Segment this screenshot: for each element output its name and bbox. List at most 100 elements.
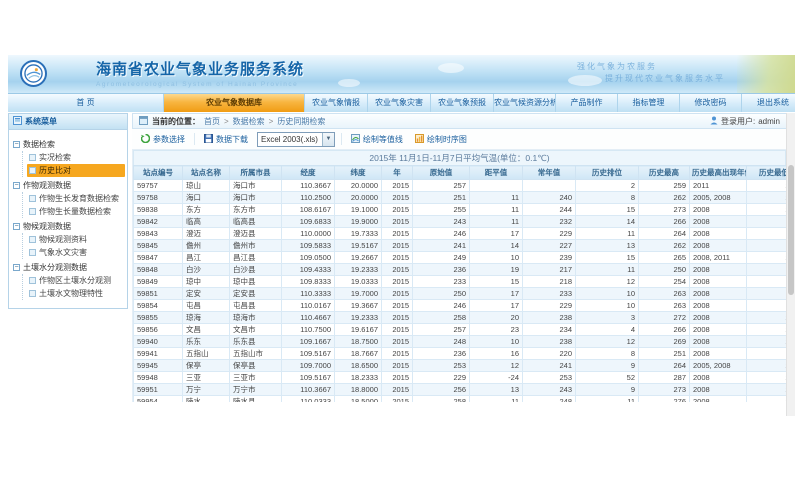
cell: 10 bbox=[470, 336, 523, 348]
tree-group-text: 作物观测数据 bbox=[23, 180, 71, 191]
scrollbar-thumb[interactable] bbox=[788, 165, 794, 295]
tree-children: 物候观测资料气象水文灾害 bbox=[22, 233, 125, 259]
param-select-label: 参数选择 bbox=[153, 134, 185, 145]
table-row-8[interactable]: 59848白沙白沙县109.433319.2333201523619217112… bbox=[134, 264, 787, 276]
tree-item-2-2[interactable]: 作物生长量数据检索 bbox=[27, 205, 125, 218]
tree-group-3: −物候观测数据物候观测资料气象水文灾害 bbox=[13, 220, 125, 259]
param-select-button[interactable]: 参数选择 bbox=[138, 132, 188, 147]
table-row-10[interactable]: 59851定安定安县110.333319.7000201525017233102… bbox=[134, 288, 787, 300]
nav-tab-2[interactable]: 农业气象数据库 bbox=[164, 94, 305, 112]
location-icon bbox=[139, 116, 148, 127]
tree-item-1-1[interactable]: 实况检索 bbox=[27, 151, 125, 164]
tree-item-icon bbox=[29, 277, 36, 284]
column-header-4: 经度 bbox=[282, 166, 335, 180]
cell: 2008 bbox=[690, 216, 747, 228]
table-row-18[interactable]: 59951万宁万宁市110.366718.8000201525613243927… bbox=[134, 384, 787, 396]
table-row-6[interactable]: 59845儋州儋州市109.583319.5167201524114227132… bbox=[134, 240, 787, 252]
cell: 13 bbox=[576, 240, 639, 252]
cell: 定安 bbox=[183, 288, 230, 300]
breadcrumb-path: 首页>数据检索>历史同期检索 bbox=[204, 116, 325, 127]
cell: 9 bbox=[576, 384, 639, 396]
cell: 2008 bbox=[690, 240, 747, 252]
tree-item-4-1[interactable]: 作物区土壤水分观测 bbox=[27, 274, 125, 287]
nav-tab-7[interactable]: 产品制作 bbox=[556, 94, 618, 112]
cell: 10 bbox=[470, 252, 523, 264]
cell: 2015 bbox=[382, 324, 413, 336]
draw-timeseries-button[interactable]: 绘制时序图 bbox=[412, 132, 470, 147]
tree-item-2-1[interactable]: 作物生长发育数据检索 bbox=[27, 192, 125, 205]
breadcrumb-link-3[interactable]: 历史同期检索 bbox=[277, 116, 325, 127]
nav-tab-9[interactable]: 修改密码 bbox=[680, 94, 742, 112]
table-row-3[interactable]: 59838东方东方市108.616719.1000201525511244152… bbox=[134, 204, 787, 216]
tree-group-label-3[interactable]: −物候观测数据 bbox=[13, 220, 125, 233]
tree-item-4-2[interactable]: 土壤水文物理特性 bbox=[27, 287, 125, 300]
cell: 178 bbox=[747, 264, 787, 276]
cell: 276 bbox=[639, 396, 690, 403]
column-header-8: 距平值 bbox=[470, 166, 523, 180]
tree-item-text: 物候观测资料 bbox=[39, 234, 87, 245]
nav-tab-1[interactable]: 首 页 bbox=[8, 94, 164, 112]
main-content: 当前的位置： 首页>数据检索>历史同期检索 登录用户: admin bbox=[132, 113, 786, 416]
cell: 14 bbox=[470, 240, 523, 252]
tree-collapse-icon[interactable]: − bbox=[13, 223, 20, 230]
tree-collapse-icon[interactable]: − bbox=[13, 141, 20, 148]
cell: 59945 bbox=[134, 360, 183, 372]
cell: 240 bbox=[523, 192, 576, 204]
table-row-15[interactable]: 59941五指山五指山市109.516718.76672015236162208… bbox=[134, 348, 787, 360]
cell: 254 bbox=[639, 276, 690, 288]
draw-contour-button[interactable]: 绘制等值线 bbox=[348, 132, 406, 147]
vertical-scrollbar[interactable] bbox=[786, 113, 795, 416]
cell: 243 bbox=[523, 384, 576, 396]
cell: 109.0500 bbox=[282, 252, 335, 264]
cell: 2008 bbox=[690, 324, 747, 336]
tree-group-label-4[interactable]: −土壤水分观测数据 bbox=[13, 261, 125, 274]
tree-collapse-icon[interactable]: − bbox=[13, 264, 20, 271]
tree-item-1-2[interactable]: 历史比对 bbox=[27, 164, 125, 177]
nav-tab-4[interactable]: 农业气象灾害 bbox=[368, 94, 431, 112]
tree-item-icon bbox=[29, 236, 36, 243]
tree-children: 作物生长发育数据检索作物生长量数据检索 bbox=[22, 192, 125, 218]
cell: 万宁市 bbox=[230, 384, 282, 396]
tree-collapse-icon[interactable]: − bbox=[13, 182, 20, 189]
cloud-decoration bbox=[338, 79, 360, 87]
table-row-2[interactable]: 59758海口海口市110.250020.0000201525111240826… bbox=[134, 192, 787, 204]
tree-item-3-1[interactable]: 物候观测资料 bbox=[27, 233, 125, 246]
cell: 59842 bbox=[134, 216, 183, 228]
table-row-13[interactable]: 59856文昌文昌市110.750019.6167201525723234426… bbox=[134, 324, 787, 336]
table-row-11[interactable]: 59854屯昌屯昌县110.016719.3667201524617229102… bbox=[134, 300, 787, 312]
cell: 昌江 bbox=[183, 252, 230, 264]
breadcrumb-link-1[interactable]: 首页 bbox=[204, 116, 220, 127]
cell: 264 bbox=[639, 360, 690, 372]
cell: 236 bbox=[413, 264, 470, 276]
table-row-4[interactable]: 59842临高临高县109.683319.9000201524311232142… bbox=[134, 216, 787, 228]
table-row-5[interactable]: 59843澄迈澄迈县110.000019.7333201524617229112… bbox=[134, 228, 787, 240]
nav-tab-5[interactable]: 农业气象预报 bbox=[431, 94, 494, 112]
table-row-14[interactable]: 59940乐东乐东县109.166718.7500201524810238122… bbox=[134, 336, 787, 348]
table-row-19[interactable]: 59954陵水陵水县110.033318.5000201525811248112… bbox=[134, 396, 787, 403]
table-row-12[interactable]: 59855琼海琼海市110.466719.2333201525820238327… bbox=[134, 312, 787, 324]
login-user: 登录用户: admin bbox=[710, 116, 780, 127]
breadcrumb-link-2[interactable]: 数据检索 bbox=[233, 116, 265, 127]
column-header-2: 站点名称 bbox=[183, 166, 230, 180]
nav-tab-8[interactable]: 指标管理 bbox=[618, 94, 680, 112]
cell: 2008 bbox=[690, 228, 747, 240]
cell: 12 bbox=[576, 276, 639, 288]
nav-tab-3[interactable]: 农业气象情报 bbox=[305, 94, 368, 112]
breadcrumb-separator: > bbox=[269, 117, 274, 126]
export-format-select[interactable]: Excel 2003(.xls) ▼ bbox=[257, 132, 335, 147]
table-row-1[interactable]: 59757琼山海口市110.366720.0000201525722592011… bbox=[134, 180, 787, 192]
table-row-17[interactable]: 59948三亚三亚市109.516718.23332015229-2425352… bbox=[134, 372, 787, 384]
tree-item-3-2[interactable]: 气象水文灾害 bbox=[27, 246, 125, 259]
cell: 257 bbox=[413, 324, 470, 336]
tree-group-label-2[interactable]: −作物观测数据 bbox=[13, 179, 125, 192]
nav-tab-10[interactable]: 退出系统 bbox=[742, 94, 800, 112]
table-row-7[interactable]: 59847昌江昌江县109.050019.2667201524910239152… bbox=[134, 252, 787, 264]
cell: 198 bbox=[747, 288, 787, 300]
nav-tab-6[interactable]: 农业气候资源分析 bbox=[494, 94, 556, 112]
download-button[interactable]: 数据下载 bbox=[201, 132, 251, 147]
sidebar-panel: 系统菜单 −数据检索实况检索历史比对−作物观测数据作物生长发育数据检索作物生长量… bbox=[8, 113, 128, 309]
table-row-9[interactable]: 59849琼中琼中县109.833319.0333201523315218122… bbox=[134, 276, 787, 288]
table-row-16[interactable]: 59945保亭保亭县109.700018.6500201525312241926… bbox=[134, 360, 787, 372]
tree-group-label-1[interactable]: −数据检索 bbox=[13, 138, 125, 151]
cell: 14 bbox=[576, 216, 639, 228]
